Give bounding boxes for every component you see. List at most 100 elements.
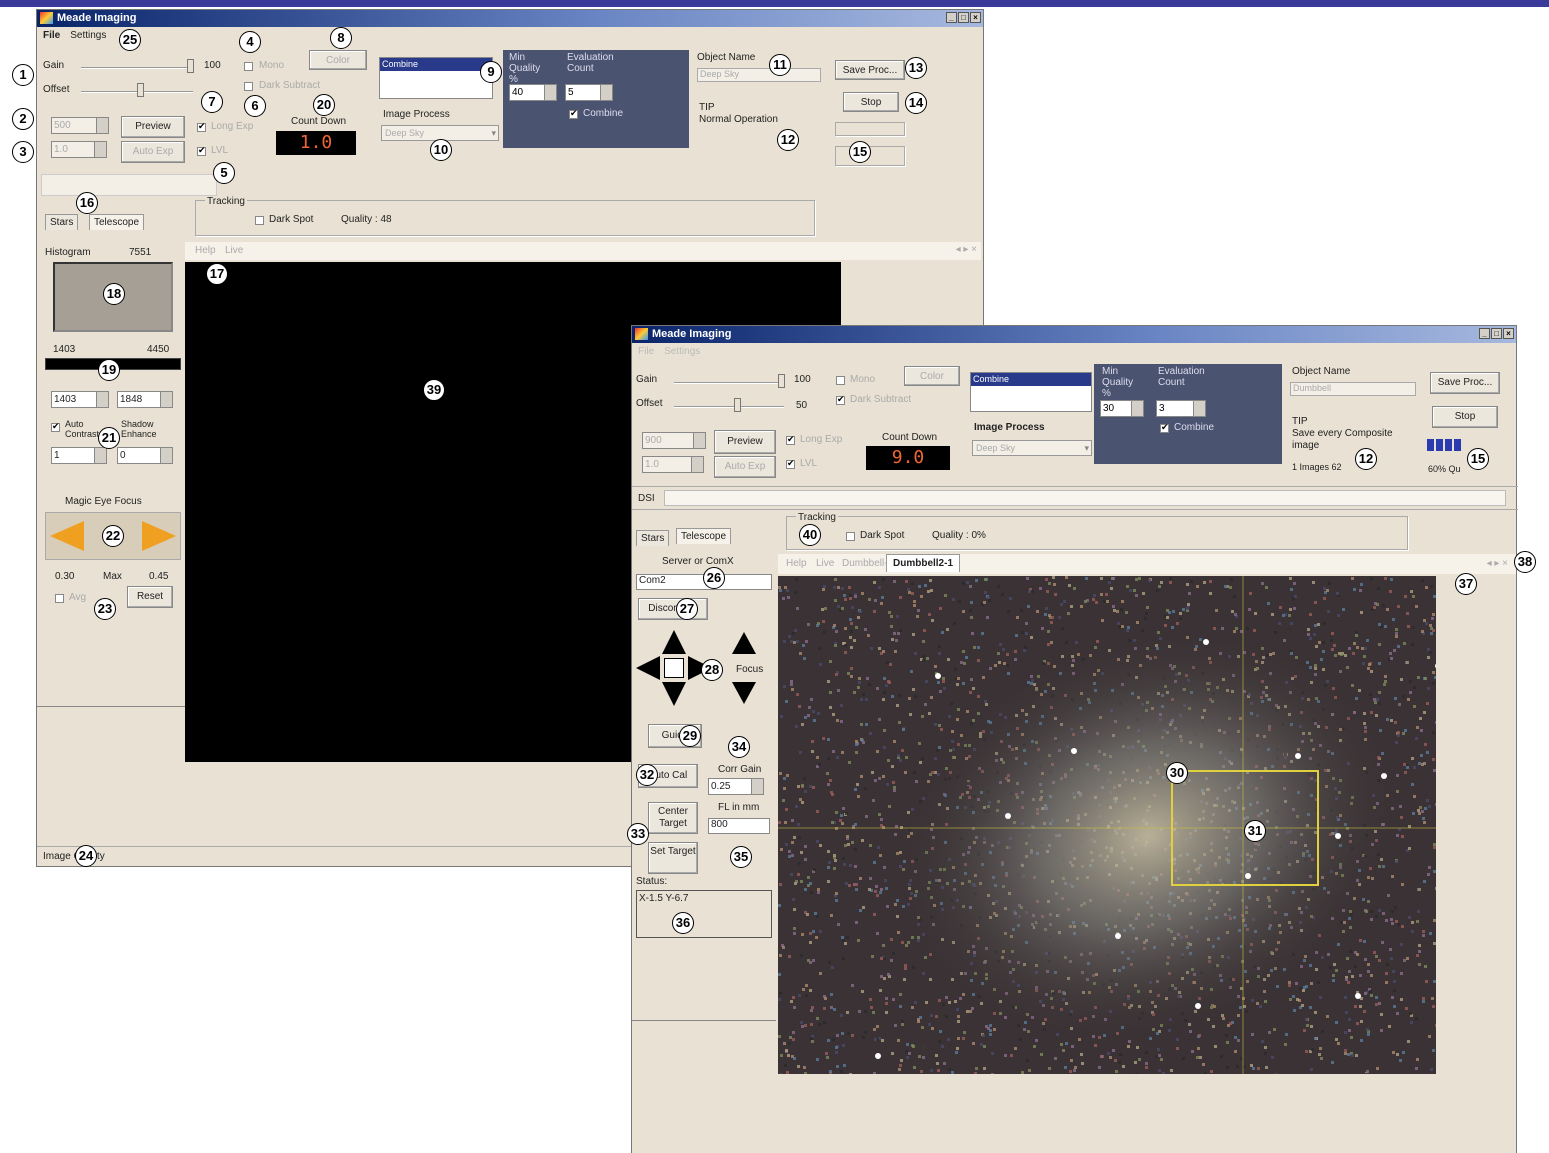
tab-live[interactable]: Live — [816, 558, 834, 569]
range-min-spinner[interactable]: 1403 — [51, 391, 109, 408]
nudge-stop-icon[interactable] — [664, 658, 684, 678]
gain-slider[interactable] — [81, 67, 193, 69]
eval-count-spinner[interactable]: 3 — [1156, 400, 1206, 417]
tab-dumbbell2-1[interactable]: Dumbbell2-1 — [886, 554, 961, 572]
long-exp-label: Long Exp — [800, 434, 843, 445]
quality-readout: Quality : 48 — [341, 214, 392, 225]
combine-checkbox[interactable] — [1160, 422, 1169, 433]
dsi-field[interactable] — [664, 490, 1506, 506]
preview-button[interactable]: Preview — [714, 430, 776, 454]
eval-count-spinner[interactable]: 5 — [565, 84, 613, 101]
nebula-render — [778, 576, 1436, 1074]
exposure2-spinner[interactable]: 1.0 — [51, 141, 107, 158]
exposure-spinner[interactable]: 900 — [642, 432, 706, 449]
tab-scroll-icon[interactable]: ◂ ▸ × — [1487, 558, 1508, 569]
minimize-icon[interactable]: _ — [946, 12, 957, 23]
combine-list[interactable]: Combine — [970, 372, 1092, 412]
stop-button[interactable]: Stop — [843, 92, 899, 112]
tab-live[interactable]: Live — [225, 245, 243, 256]
offset-slider-thumb[interactable] — [137, 83, 144, 97]
auto-exp-button[interactable]: Auto Exp — [121, 141, 185, 163]
reset-button[interactable]: Reset — [127, 586, 173, 608]
stop-button[interactable]: Stop — [1432, 406, 1498, 428]
object-name-input[interactable]: Deep Sky — [697, 68, 821, 82]
menu-file[interactable]: File — [43, 30, 60, 41]
image-process-dropdown[interactable]: Deep Sky — [972, 440, 1092, 456]
star — [875, 1053, 881, 1059]
maximize-icon[interactable]: □ — [958, 12, 969, 23]
tab-stars[interactable]: Stars — [45, 214, 79, 230]
preview-button[interactable]: Preview — [121, 116, 185, 138]
shadow-spinner[interactable]: 0 — [117, 447, 173, 464]
contrast-spinner[interactable]: 1 — [51, 447, 107, 464]
offset-slider-thumb[interactable] — [734, 398, 741, 412]
maximize-icon[interactable]: □ — [1491, 328, 1502, 339]
gain-slider-thumb[interactable] — [187, 59, 194, 73]
nebula-image[interactable] — [778, 576, 1436, 1074]
min-quality-spinner[interactable]: 30 — [1100, 400, 1144, 417]
gain-slider-thumb[interactable] — [778, 374, 785, 388]
callout-21: 21 — [98, 427, 120, 449]
corr-gain-spinner[interactable]: 0.25 — [708, 778, 764, 795]
offset-label: Offset — [636, 398, 663, 409]
auto-contrast-checkbox[interactable] — [51, 421, 60, 432]
gain-label: Gain — [636, 374, 658, 385]
combine-check-label: Combine — [583, 108, 624, 119]
exposure2-spinner[interactable]: 1.0 — [642, 456, 704, 473]
tab-stars[interactable]: Stars — [636, 530, 670, 546]
menu-bar: File Settings — [37, 28, 983, 44]
avg-checkbox[interactable] — [55, 594, 64, 603]
focus-out-icon[interactable] — [732, 682, 756, 704]
mono-checkbox[interactable] — [836, 376, 845, 385]
color-button[interactable]: Color — [309, 50, 367, 70]
nudge-down-icon[interactable] — [662, 682, 686, 706]
object-name-input[interactable]: Dumbbell — [1290, 382, 1416, 396]
mono-label: Mono — [259, 60, 285, 71]
divider — [37, 706, 185, 707]
gain-slider[interactable] — [674, 382, 784, 384]
range-max-spinner[interactable]: 1848 — [117, 391, 173, 408]
auto-exp-button[interactable]: Auto Exp — [714, 456, 776, 478]
tab-help[interactable]: Help — [195, 245, 216, 256]
dark-subtract-checkbox[interactable] — [836, 394, 845, 405]
set-target-button[interactable]: Set Target — [648, 842, 698, 874]
menu-settings[interactable]: Settings — [70, 30, 106, 41]
mono-checkbox[interactable] — [244, 62, 253, 71]
image-process-label: Image Process — [383, 109, 450, 120]
combine-checkbox[interactable] — [569, 108, 578, 119]
offset-value: 50 — [796, 400, 808, 411]
min-quality-spinner[interactable]: 40 — [509, 84, 557, 101]
save-proc-button[interactable]: Save Proc... — [835, 60, 905, 80]
tab-telescope[interactable]: Telescope — [89, 214, 145, 230]
fl-input[interactable]: 800 — [708, 818, 770, 834]
close-icon[interactable]: × — [970, 12, 981, 23]
close-icon[interactable]: × — [1503, 328, 1514, 339]
menu-settings[interactable]: Settings — [664, 346, 700, 357]
dark-subtract-checkbox[interactable] — [244, 82, 253, 91]
nudge-left-icon[interactable] — [636, 656, 660, 680]
tab-scroll-icon[interactable]: ◂ ▸ × — [956, 244, 977, 255]
combine-list-item[interactable]: Combine — [971, 373, 1091, 386]
save-proc-button[interactable]: Save Proc... — [1430, 372, 1500, 394]
focus-in-icon[interactable] — [732, 632, 756, 654]
exposure-spinner[interactable]: 500 — [51, 117, 109, 134]
dark-spot-checkbox[interactable] — [846, 532, 855, 541]
center-target-button[interactable]: Center Target — [648, 802, 698, 834]
nudge-up-icon[interactable] — [662, 630, 686, 654]
combine-list[interactable]: Combine — [379, 57, 493, 99]
focus-right-icon[interactable] — [142, 521, 176, 551]
offset-slider[interactable] — [674, 406, 784, 408]
menu-file[interactable]: File — [638, 346, 654, 357]
tab-telescope[interactable]: Telescope — [676, 528, 732, 544]
focus-left-icon[interactable] — [50, 521, 84, 551]
lvl-checkbox[interactable] — [197, 145, 206, 156]
dark-spot-checkbox[interactable] — [255, 216, 264, 225]
long-exp-checkbox[interactable] — [197, 121, 206, 132]
tab-help[interactable]: Help — [786, 558, 807, 569]
lvl-checkbox[interactable] — [786, 458, 795, 469]
combine-list-item[interactable]: Combine — [380, 58, 492, 71]
star — [1195, 1003, 1201, 1009]
color-button[interactable]: Color — [904, 366, 960, 386]
long-exp-checkbox[interactable] — [786, 434, 795, 445]
minimize-icon[interactable]: _ — [1479, 328, 1490, 339]
